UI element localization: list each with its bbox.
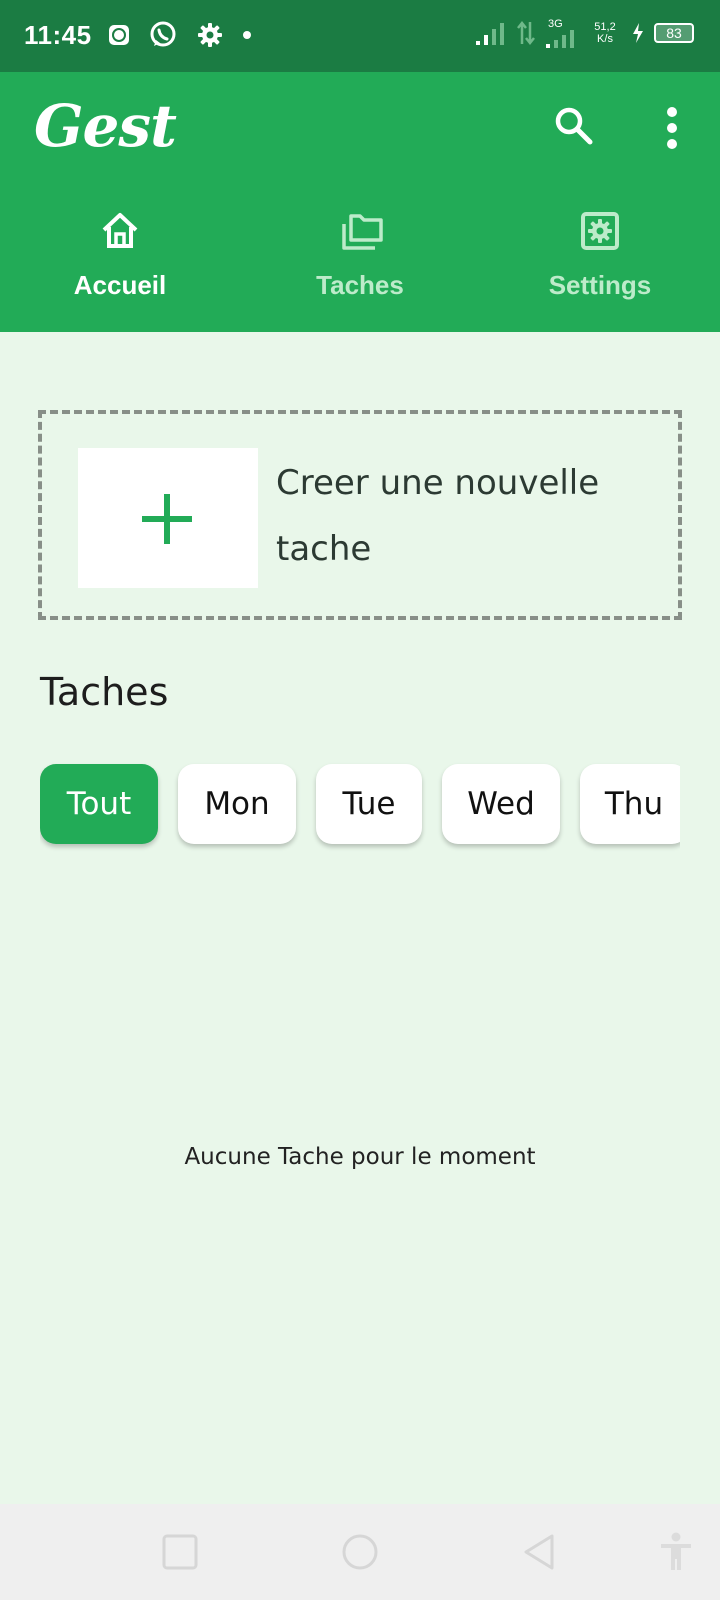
- accessibility-icon[interactable]: [659, 1532, 693, 1572]
- speed-value: 51,2: [594, 21, 616, 33]
- status-bar: 11:45 3G 51,2 K/s 83: [0, 0, 720, 72]
- battery-indicator: 83: [654, 23, 694, 43]
- create-task-label: Creer une nouvelle tache: [276, 450, 656, 582]
- data-transfer-icon: [517, 20, 535, 46]
- filter-chip-tue[interactable]: Tue: [316, 764, 422, 844]
- signal-icon-2: [546, 30, 574, 48]
- whatsapp-icon: [150, 21, 176, 47]
- app-logo: Gest: [34, 92, 177, 160]
- back-icon[interactable]: [522, 1533, 556, 1571]
- speed-unit: K/s: [597, 33, 613, 45]
- plus-icon-bar: [142, 516, 192, 522]
- more-options-button[interactable]: [650, 104, 694, 152]
- search-button[interactable]: [552, 104, 596, 148]
- tab-label: Taches: [316, 270, 404, 300]
- filter-chip-thu[interactable]: Thu: [580, 764, 680, 844]
- network-indicator: 3G: [546, 18, 578, 48]
- home-nav-icon[interactable]: [341, 1533, 379, 1571]
- signal-icon: [476, 23, 504, 45]
- tab-accueil[interactable]: Accueil: [0, 200, 240, 330]
- tab-label: Accueil: [73, 270, 167, 300]
- recents-icon[interactable]: [162, 1534, 198, 1570]
- notification-icons: [108, 20, 252, 50]
- system-navigation-bar: [0, 1504, 720, 1600]
- empty-state-message: Aucune Tache pour le moment: [184, 1144, 536, 1170]
- folders-icon: [342, 214, 383, 250]
- tab-label: Settings: [548, 270, 652, 300]
- settings-notification-icon: [198, 23, 222, 47]
- tasks-section-title: Taches: [40, 670, 169, 714]
- create-task-line1: Creer une nouvelle: [276, 463, 600, 503]
- home-icon: [102, 213, 138, 248]
- filter-chip-mon[interactable]: Mon: [178, 764, 296, 844]
- filter-chip-wed[interactable]: Wed: [442, 764, 560, 844]
- tab-bar: Accueil Taches Settings: [0, 200, 720, 330]
- create-task-card[interactable]: Creer une nouvelle tache: [38, 410, 682, 620]
- dot-icon: [243, 31, 251, 39]
- network-type: 3G: [548, 18, 563, 30]
- tab-settings[interactable]: Settings: [480, 200, 720, 330]
- create-task-line2: tache: [276, 529, 372, 569]
- system-icons: 3G 51,2 K/s 83: [476, 18, 694, 48]
- settings-icon: [581, 212, 619, 250]
- add-task-button[interactable]: [78, 448, 258, 588]
- day-filter-bar: Tout Mon Tue Wed Thu: [40, 762, 680, 852]
- network-speed: 51,2 K/s: [588, 21, 622, 45]
- search-icon: [555, 107, 593, 145]
- charging-icon: [633, 23, 643, 43]
- status-time: 11:45: [24, 20, 92, 50]
- app-notification-icon: [109, 25, 129, 45]
- more-vertical-icon: [667, 107, 677, 149]
- filter-chip-all[interactable]: Tout: [40, 764, 158, 844]
- tab-taches[interactable]: Taches: [240, 200, 480, 330]
